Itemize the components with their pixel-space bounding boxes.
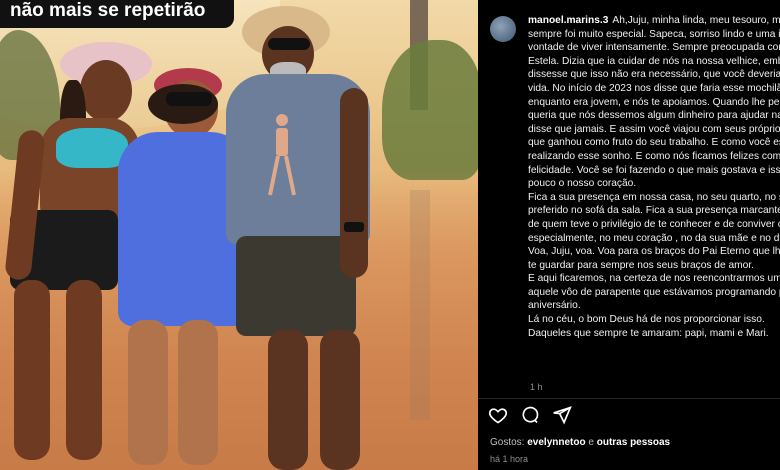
heart-icon[interactable]	[488, 405, 508, 425]
likes-user[interactable]: evelynnetoo	[527, 437, 585, 448]
comment-icon[interactable]	[520, 405, 540, 425]
shirt-figure-graphic	[268, 114, 296, 196]
vegetation-right	[382, 40, 478, 180]
avatar[interactable]	[490, 16, 516, 42]
water-reflection	[410, 190, 430, 420]
comment-timestamp: 1 h	[530, 382, 543, 392]
photo-caption: não mais se repetirão	[0, 0, 234, 28]
post-timestamp: há 1 hora	[490, 454, 529, 464]
post-sidebar: manoel.marins.3 Ah,Juju, minha linda, meu…	[478, 0, 780, 470]
divider	[478, 398, 780, 399]
likes-prefix: Gostos:	[490, 437, 528, 448]
post-actions	[488, 405, 572, 425]
comment-text: Ah,Juju, minha linda, meu tesouro, meu a…	[528, 15, 780, 339]
post-comment: manoel.marins.3 Ah,Juju, minha linda, meu…	[528, 14, 780, 340]
share-icon[interactable]	[552, 405, 572, 425]
likes-summary: Gostos: evelynnetoo e outras pessoas	[490, 437, 670, 448]
likes-conj: e	[585, 437, 597, 448]
likes-others[interactable]: outras pessoas	[597, 437, 670, 448]
post-photo[interactable]: não mais se repetirão	[0, 0, 478, 470]
comment-username[interactable]: manoel.marins.3	[528, 15, 608, 26]
